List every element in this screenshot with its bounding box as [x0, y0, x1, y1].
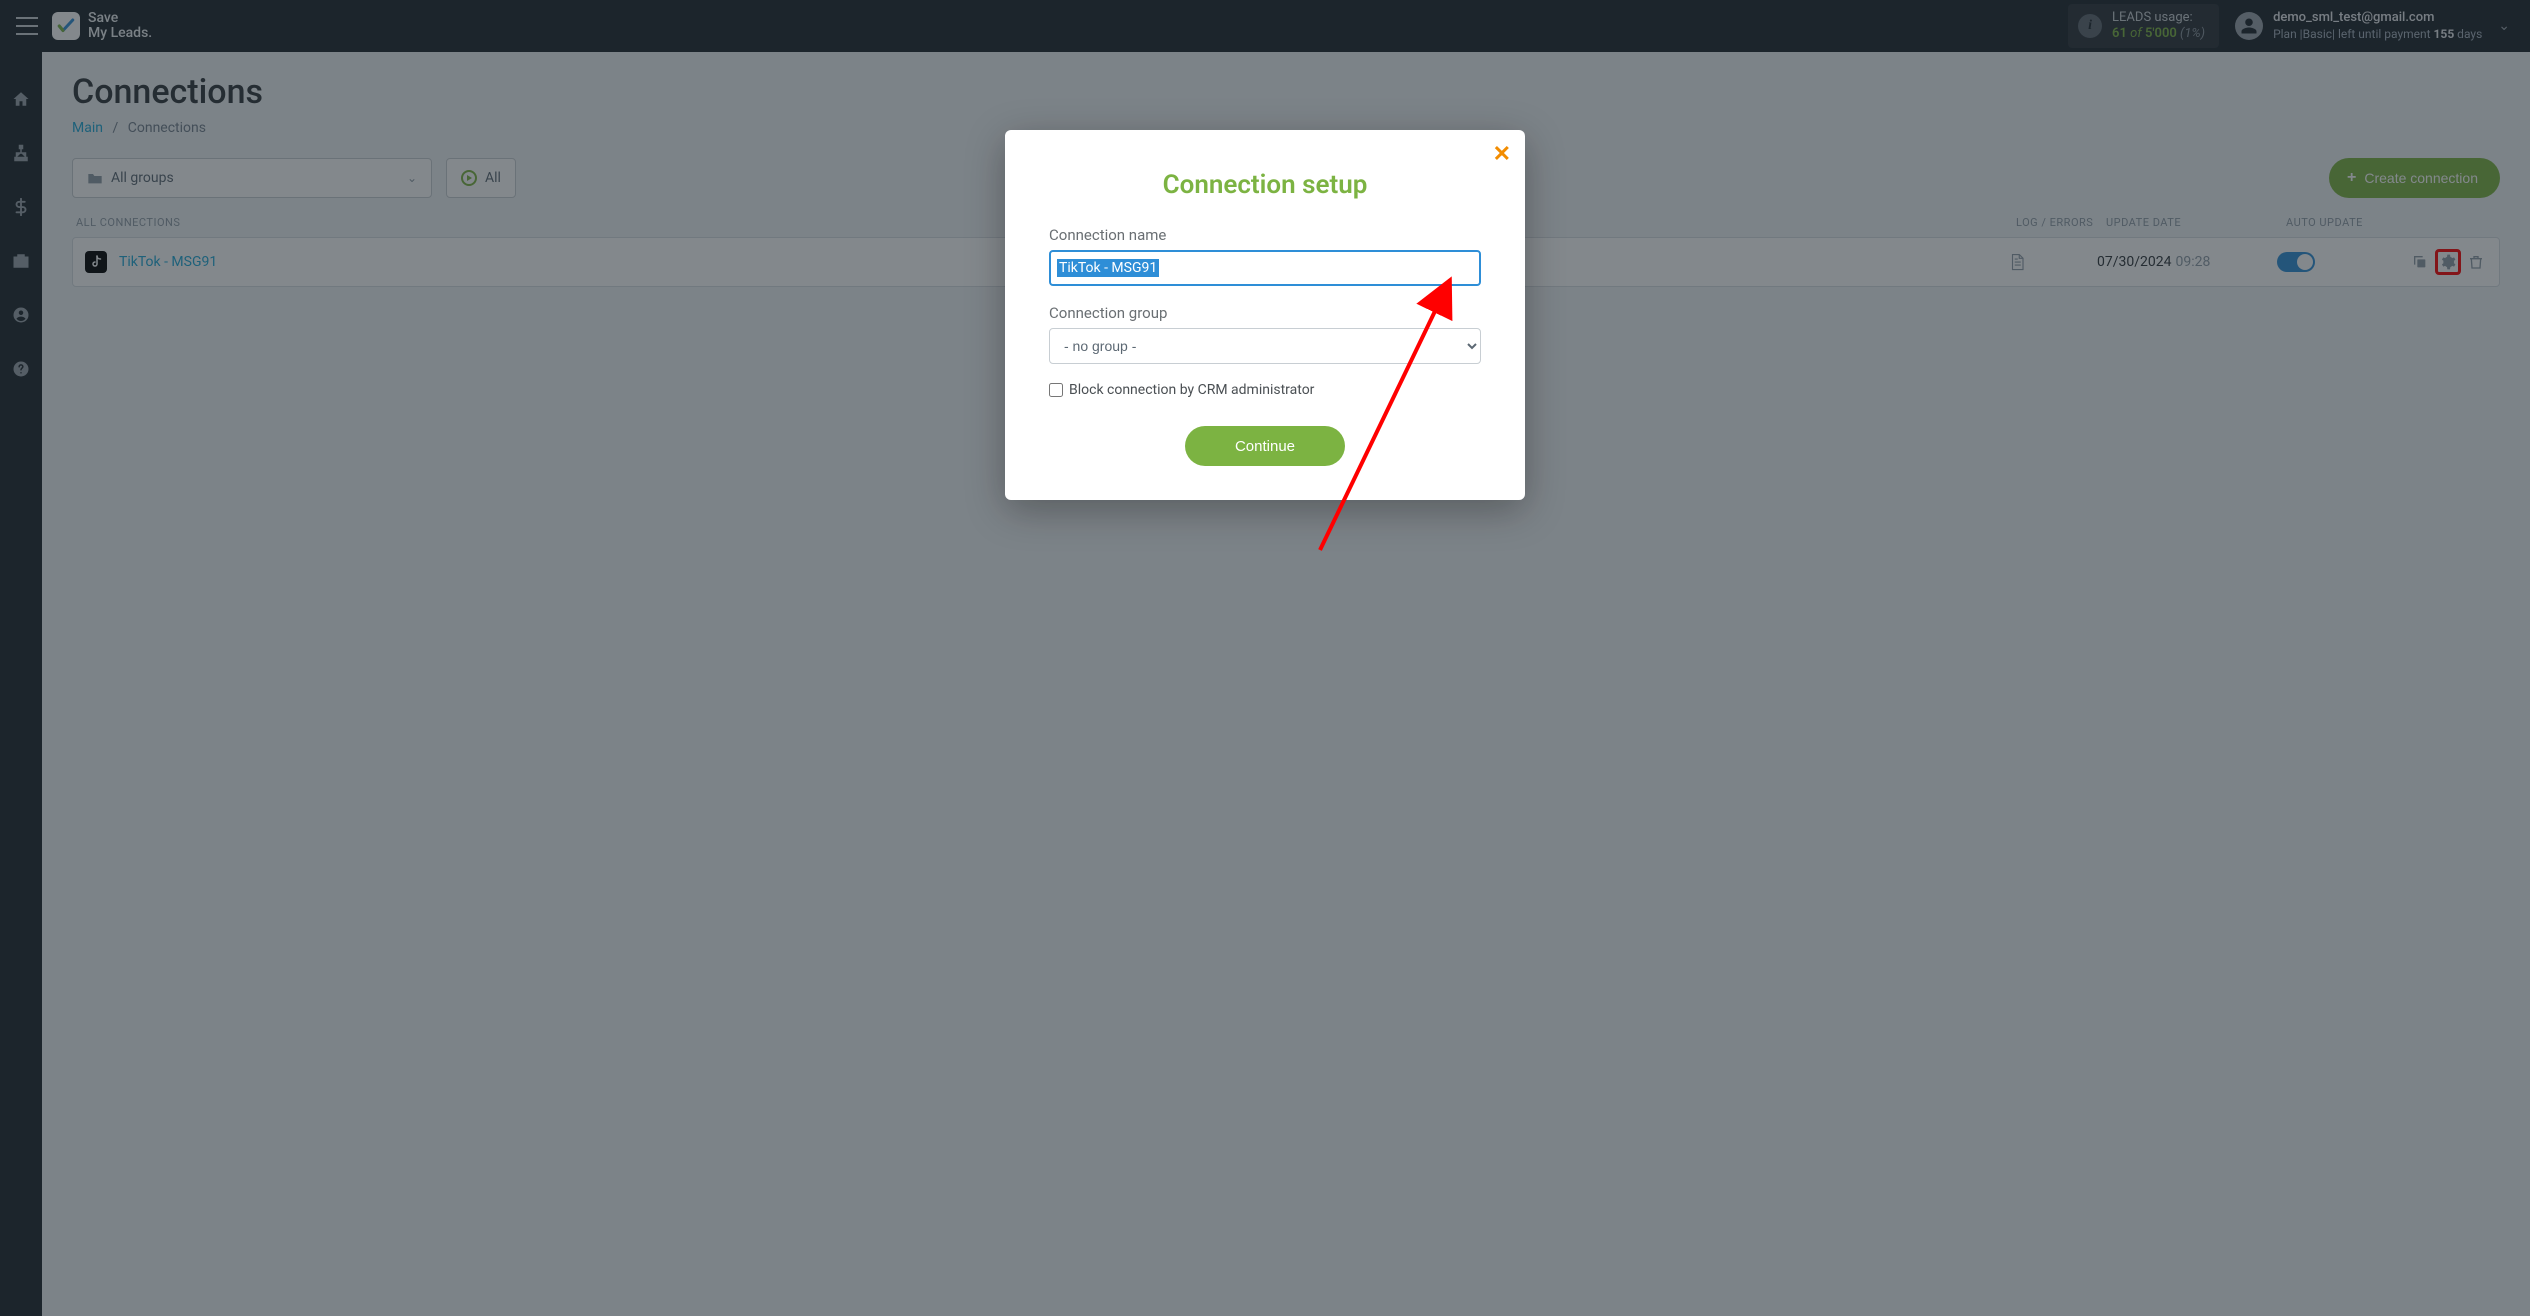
connection-name-label: Connection name — [1049, 226, 1481, 244]
connection-name-input[interactable]: TikTok - MSG91 — [1049, 250, 1481, 286]
block-connection-row: Block connection by CRM administrator — [1049, 382, 1481, 398]
connection-setup-modal: ✕ Connection setup Connection name TikTo… — [1005, 130, 1525, 500]
modal-overlay[interactable]: ✕ Connection setup Connection name TikTo… — [0, 0, 2530, 1316]
connection-group-select[interactable]: - no group - — [1049, 328, 1481, 364]
connection-group-label: Connection group — [1049, 304, 1481, 322]
continue-button[interactable]: Continue — [1185, 426, 1345, 466]
block-connection-checkbox[interactable] — [1049, 383, 1063, 397]
modal-title: Connection setup — [1049, 170, 1481, 200]
block-connection-label: Block connection by CRM administrator — [1069, 382, 1314, 398]
connection-name-value: TikTok - MSG91 — [1057, 259, 1159, 277]
close-icon[interactable]: ✕ — [1493, 144, 1511, 166]
